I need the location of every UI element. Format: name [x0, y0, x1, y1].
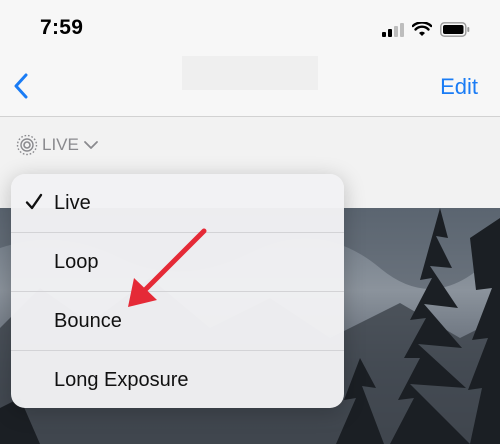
nav-title-area: [182, 56, 318, 90]
chevron-left-icon: [14, 73, 28, 99]
live-photo-icon: [16, 134, 38, 156]
status-icons: [382, 22, 470, 37]
menu-item-label: Live: [54, 191, 91, 214]
edit-button[interactable]: Edit: [440, 74, 478, 100]
nav-bar: Edit: [0, 56, 500, 117]
back-button[interactable]: [8, 70, 34, 102]
battery-icon: [440, 22, 470, 37]
menu-item-label: Bounce: [54, 309, 122, 332]
menu-item-loop[interactable]: Loop: [11, 233, 344, 292]
playback-style-menu: Live Loop Bounce Long Exposure: [11, 174, 344, 408]
menu-item-label: Long Exposure: [54, 368, 189, 391]
menu-item-live[interactable]: Live: [11, 174, 344, 233]
chevron-down-icon: [83, 141, 98, 149]
menu-item-bounce[interactable]: Bounce: [11, 292, 344, 351]
menu-item-label: Loop: [54, 250, 99, 273]
checkmark-icon: [25, 193, 43, 210]
status-bar: 7:59: [0, 0, 500, 56]
live-toggle-label: LIVE: [42, 135, 79, 154]
status-time: 7:59: [40, 16, 84, 39]
wifi-icon: [412, 22, 432, 36]
live-photo-toggle[interactable]: LIVE: [16, 134, 99, 156]
menu-item-long-exposure[interactable]: Long Exposure: [11, 351, 344, 408]
cellular-signal-icon: [382, 22, 404, 37]
